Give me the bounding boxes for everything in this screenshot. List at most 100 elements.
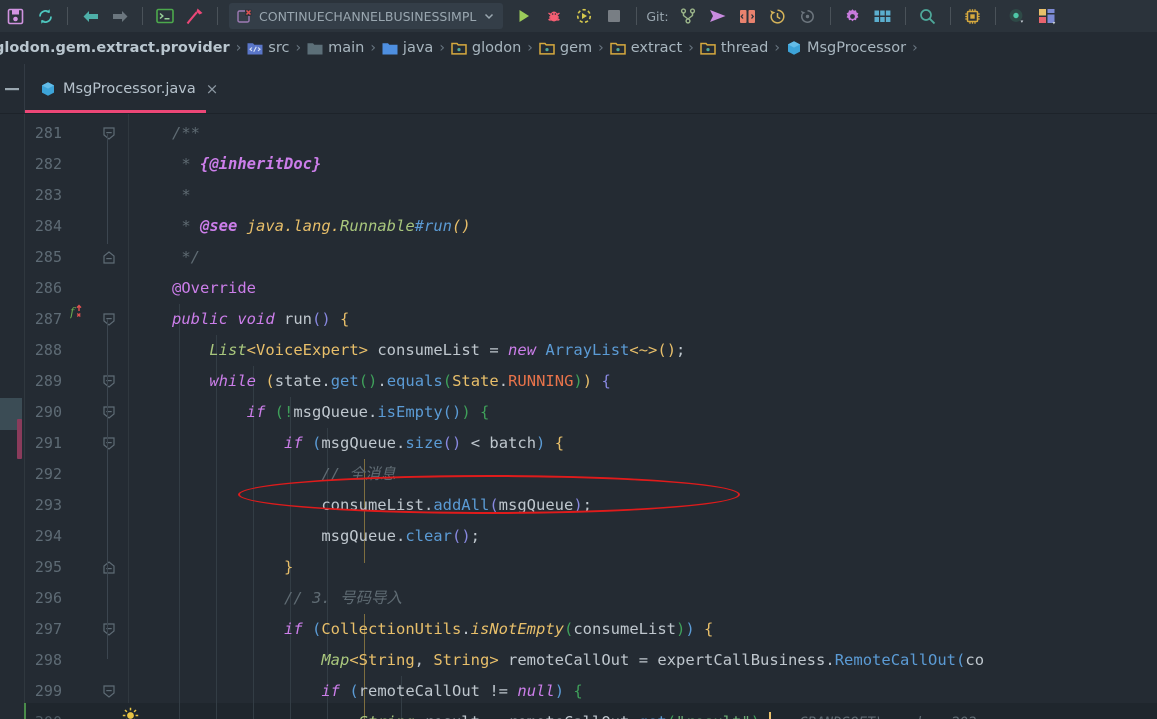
stop-icon[interactable] (599, 0, 629, 32)
line-number: 282 (34, 155, 62, 173)
fold-marker[interactable] (101, 614, 117, 645)
line-number: 299 (34, 682, 62, 700)
line-number: 281 (34, 124, 62, 142)
source-folder-icon (247, 43, 263, 55)
fold-marker[interactable] (101, 242, 117, 273)
java-class-icon (42, 81, 54, 96)
override-method-icon[interactable]: f (70, 304, 90, 335)
grid-apps-icon[interactable] (868, 0, 898, 32)
code-line-294: msgQueue.clear(); (321, 527, 480, 545)
folder-blue-icon (382, 43, 398, 55)
folder-grey-icon (307, 43, 323, 55)
code-editor[interactable]: 281 282 283 284 285 286 287 288 289 290 … (0, 114, 1157, 719)
code-line-297: if (CollectionUtils.isNotEmpty(consumeLi… (283, 620, 714, 638)
toolbar-divider (994, 7, 996, 25)
code-line-288: List<VoiceExpert> consumeList = new Arra… (209, 341, 686, 359)
breadcrumb-label: extract (630, 40, 683, 56)
line-number: 294 (34, 527, 62, 545)
code-line-295: } (283, 558, 294, 576)
toolbar-divider (904, 7, 906, 25)
breadcrumb-item-extract[interactable]: extract (610, 40, 682, 56)
breadcrumb-separator: › (598, 40, 604, 56)
breadcrumb-item-java[interactable]: java (382, 40, 433, 56)
breadcrumb-item-glodon[interactable]: glodon (451, 40, 521, 56)
debug-bug-icon[interactable] (539, 0, 569, 32)
code-line-289: while (state.get().equals(State.RUNNING)… (209, 372, 611, 390)
code-line-281: /** (172, 124, 200, 142)
build-hammer-icon[interactable] (180, 0, 210, 32)
sync-refresh-icon[interactable] (30, 0, 60, 32)
run-with-coverage-icon[interactable] (569, 0, 599, 32)
tab-active-indicator (25, 110, 206, 113)
package-folder-icon (539, 42, 555, 55)
terminal-icon[interactable] (150, 0, 180, 32)
forward-arrow-icon[interactable] (105, 0, 135, 32)
breadcrumb-item-class[interactable]: MsgProcessor (786, 40, 906, 56)
line-number: 292 (34, 465, 62, 483)
tab-label: MsgProcessor.java (63, 80, 196, 97)
package-folder-icon (610, 42, 626, 55)
git-branch-icon[interactable] (673, 0, 703, 32)
toolbar-divider (67, 7, 68, 25)
notification-dot-icon[interactable] (1003, 0, 1033, 32)
breadcrumb-item-gem[interactable]: gem (539, 40, 592, 56)
breadcrumb-label: thread (720, 40, 769, 56)
line-number: 291 (34, 434, 62, 452)
line-number: 296 (34, 589, 62, 607)
intention-bulb-icon[interactable] (122, 707, 142, 719)
fold-marker[interactable] (101, 676, 117, 707)
tab-msgprocessor-java[interactable]: MsgProcessor.java × (25, 64, 230, 113)
line-number: 287 (34, 310, 62, 328)
fold-marker[interactable] (101, 428, 117, 459)
fold-marker[interactable] (101, 304, 117, 335)
back-arrow-icon[interactable] (75, 0, 105, 32)
code-line-298: Map<String, String> remoteCallOut = expe… (321, 651, 985, 669)
line-number: 285 (34, 248, 62, 266)
save-all-icon[interactable] (0, 0, 30, 32)
breadcrumb-item-src[interactable]: src (247, 40, 289, 56)
breadcrumb-separator: › (295, 40, 302, 56)
breadcrumb-item-thread[interactable]: thread (700, 40, 769, 56)
breadcrumb-separator: › (370, 40, 376, 56)
breadcrumb-separator: › (774, 40, 780, 56)
chevron-down-icon (485, 13, 494, 20)
code-line-299: if (remoteCallOut != null) { (321, 682, 583, 700)
toolbar-divider (829, 7, 831, 25)
git-history-icon[interactable] (763, 0, 793, 32)
code-line-284: * @see java.lang.Runnable#run() (172, 217, 471, 235)
line-number: 290 (34, 403, 62, 421)
git-label: Git: (646, 8, 669, 24)
git-push-icon[interactable] (703, 0, 733, 32)
run-configuration-selector[interactable]: CONTINUECHANNELBUSINESSIMPL (229, 3, 504, 29)
breadcrumb: glodon.gem.extract.provider › src › main… (0, 32, 1157, 64)
breadcrumb-label: glodon (471, 40, 522, 56)
fold-marker[interactable] (101, 118, 117, 149)
line-number: 295 (34, 558, 62, 576)
settings-gear-icon[interactable] (838, 0, 868, 32)
breadcrumb-label: glodon.gem.extract.provider (0, 40, 230, 56)
close-icon[interactable]: × (206, 80, 219, 98)
fold-marker[interactable] (101, 552, 117, 583)
breadcrumb-separator: › (688, 40, 694, 56)
cpu-chip-icon[interactable] (958, 0, 988, 32)
line-number: 289 (34, 372, 62, 390)
breadcrumb-separator: › (439, 40, 445, 56)
run-icon[interactable] (509, 0, 539, 32)
code-line-290: if (!msgQueue.isEmpty()) { (246, 403, 490, 421)
collapse-all-icon[interactable] (0, 64, 25, 113)
line-number: 286 (34, 279, 62, 297)
git-rollback-icon[interactable] (793, 0, 823, 32)
breadcrumb-label: gem (559, 40, 593, 56)
breadcrumb-label: java (402, 40, 434, 56)
line-number: 297 (34, 620, 62, 638)
layout-blocks-icon[interactable] (1033, 0, 1063, 32)
line-number: 300 (0, 707, 62, 719)
fold-marker[interactable] (101, 366, 117, 397)
breadcrumb-item-module[interactable]: glodon.gem.extract.provider (0, 40, 230, 56)
git-compare-icon[interactable] (733, 0, 763, 32)
fold-marker[interactable] (101, 397, 117, 428)
breadcrumb-label: MsgProcessor (806, 40, 907, 56)
search-icon[interactable] (913, 0, 943, 32)
breadcrumb-item-main[interactable]: main (307, 40, 364, 56)
svg-text:f: f (70, 305, 77, 319)
